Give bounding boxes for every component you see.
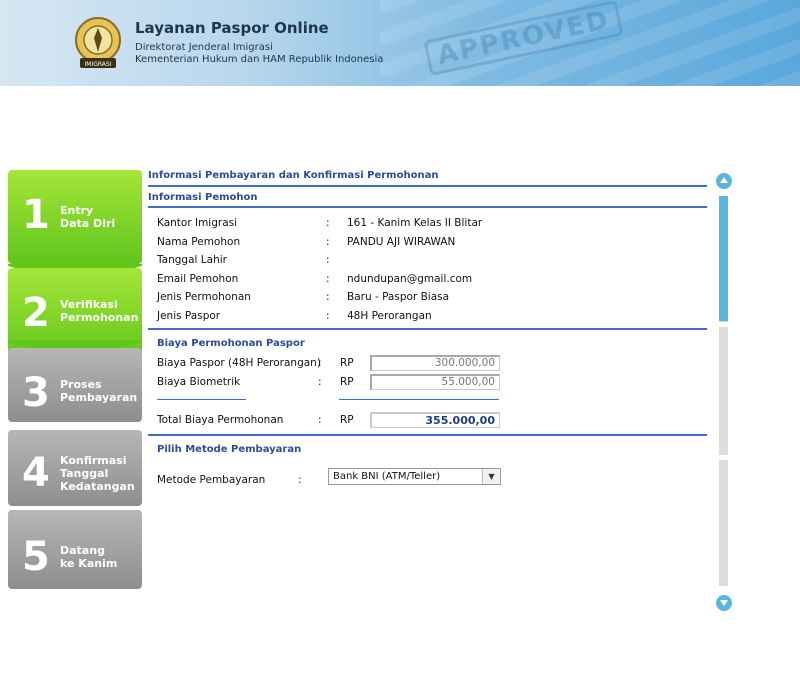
scrollbar-thumb[interactable]	[719, 196, 728, 321]
applicant-section-title: Informasi Pemohon	[148, 192, 258, 203]
biaya-biometrik-label: Biaya Biometrik	[157, 376, 241, 388]
step-number: 3	[22, 370, 50, 416]
step-label: Proses Pembayaran	[60, 378, 138, 404]
step-label: Entry Data Diri	[60, 204, 116, 230]
total-biaya-amount: 355.000,00	[370, 412, 500, 428]
jenis-permohonan-label: Jenis Permohonan	[157, 291, 251, 303]
total-biaya-label: Total Biaya Permohonan	[157, 414, 284, 426]
step-number: 2	[22, 290, 50, 336]
chevron-down-icon[interactable]: ▼	[482, 469, 500, 484]
step-3-proses-pembayaran[interactable]: 3 Proses Pembayaran	[8, 348, 142, 422]
kantor-imigrasi-label: Kantor Imigrasi	[157, 217, 238, 229]
email-pemohon-value: ndundupan@gmail.com	[347, 273, 473, 285]
currency-label: RP	[340, 376, 354, 388]
biaya-paspor-amount: 300.000,00	[370, 355, 500, 371]
step-5-datang-ke-kanim[interactable]: 5 Datang ke Kanim	[8, 510, 142, 589]
kantor-imigrasi-value: 161 - Kanim Kelas II Blitar	[347, 217, 483, 229]
divider	[148, 328, 707, 330]
subtotal-divider	[157, 399, 246, 400]
divider	[148, 206, 707, 208]
step-label: Verifikasi Permohonan	[60, 298, 139, 324]
tanggal-lahir-label: Tanggal Lahir	[157, 254, 227, 266]
step-1-entry-data-diri[interactable]: 1 Entry Data Diri	[8, 170, 142, 264]
email-pemohon-label: Email Pemohon	[157, 273, 239, 285]
biaya-biometrik-amount: 55.000,00	[370, 374, 500, 390]
logo-text: IMIGRASI	[85, 61, 112, 68]
step-4-konfirmasi-tanggal[interactable]: 4 Konfirmasi Tanggal Kedatangan	[8, 430, 142, 506]
currency-label: RP	[340, 357, 354, 369]
jenis-paspor-label: Jenis Paspor	[157, 310, 221, 322]
currency-label: RP	[340, 414, 354, 426]
subtotal-divider	[339, 399, 499, 400]
payment-section-title: Pilih Metode Pembayaran	[157, 444, 302, 455]
metode-pembayaran-label: Metode Pembayaran	[157, 474, 266, 486]
step-number: 1	[22, 192, 50, 238]
nama-pemohon-label: Nama Pemohon	[157, 236, 241, 248]
app-title: Layanan Paspor Online	[135, 19, 329, 37]
nama-pemohon-value: PANDU AJI WIRAWAN	[347, 236, 456, 248]
jenis-paspor-value: 48H Perorangan	[347, 310, 432, 322]
scroll-up-icon[interactable]	[716, 173, 732, 189]
step-number: 5	[22, 534, 50, 580]
payment-method-selected: Bank BNI (ATM/Teller)	[333, 471, 441, 482]
app-subtitle-directorate: Direktorat Jenderal Imigrasi	[135, 42, 273, 53]
step-number: 4	[22, 450, 50, 496]
divider	[148, 185, 707, 187]
divider	[148, 434, 707, 436]
page-header: APPROVED IMIGRASI Layanan Paspor Online …	[0, 0, 800, 86]
jenis-permohonan-value: Baru - Paspor Biasa	[347, 291, 450, 303]
scroll-down-icon[interactable]	[716, 595, 732, 611]
fee-section-title: Biaya Permohonan Paspor	[157, 338, 305, 349]
page-title: Informasi Pembayaran dan Konfirmasi Perm…	[148, 170, 439, 181]
biaya-paspor-label: Biaya Paspor (48H Perorangan)	[157, 357, 321, 369]
step-label: Konfirmasi Tanggal Kedatangan	[60, 454, 135, 493]
payment-method-select[interactable]: Bank BNI (ATM/Teller) ▼	[328, 468, 501, 485]
imigrasi-logo: IMIGRASI	[75, 17, 121, 68]
app-subtitle-ministry: Kementerian Hukum dan HAM Republik Indon…	[135, 54, 384, 65]
step-label: Datang ke Kanim	[60, 544, 118, 570]
